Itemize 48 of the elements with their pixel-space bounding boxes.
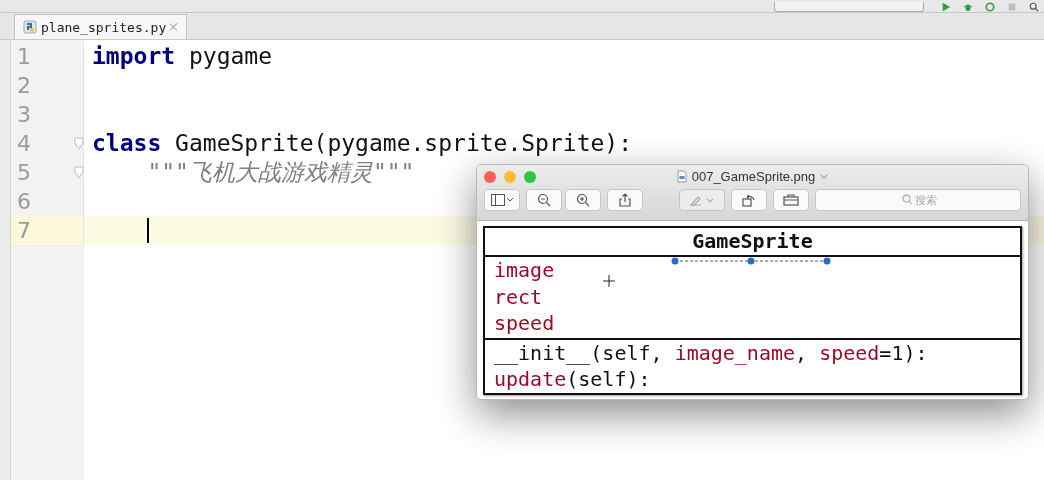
zoom-out-button[interactable] — [526, 189, 562, 211]
search-icon — [902, 194, 913, 205]
window-title: 007_GameSprite.png — [691, 168, 816, 184]
share-button[interactable] — [607, 189, 643, 211]
line-number: 4 — [17, 130, 31, 158]
run-config-dropdown[interactable] — [774, 2, 924, 12]
class-name: GameSprite — [692, 229, 813, 253]
bug-icon[interactable] — [962, 2, 974, 12]
text-cursor — [147, 218, 149, 243]
line-number: 7 — [17, 217, 31, 245]
fold-marker-icon[interactable] — [74, 137, 84, 151]
zoom-out-icon — [537, 193, 551, 207]
toolbox-icon — [783, 194, 799, 206]
attribute-name: image — [494, 257, 555, 284]
attribute-name: rect — [494, 283, 543, 310]
file-tab[interactable]: plane_sprites.py — [14, 14, 188, 39]
toolbox-button[interactable] — [773, 189, 809, 211]
fold-marker-icon[interactable] — [74, 166, 84, 180]
attribute-name: speed — [494, 310, 555, 337]
crosshair-cursor-icon — [603, 275, 615, 287]
code-line: class GameSprite(pygame.sprite.Sprite): — [92, 129, 633, 158]
zoom-in-icon — [576, 193, 590, 207]
rotate-icon — [742, 193, 756, 207]
stop-icon[interactable] — [1006, 2, 1018, 12]
line-number: 1 — [17, 43, 31, 71]
sidebar-icon — [491, 194, 513, 206]
chevron-icon[interactable] — [820, 173, 829, 179]
python-file-icon — [23, 20, 37, 34]
line-number: 6 — [17, 188, 31, 216]
rotate-button[interactable] — [731, 189, 767, 211]
zoom-in-button[interactable] — [565, 189, 601, 211]
method-signature: update(self): — [494, 366, 651, 393]
pen-icon — [690, 194, 714, 206]
search-field[interactable]: 搜索 — [815, 189, 1021, 211]
line-number: 3 — [17, 101, 31, 129]
code-line: import pygame — [92, 42, 273, 71]
share-icon — [619, 193, 631, 207]
image-file-icon — [676, 169, 687, 183]
markup-button[interactable] — [679, 189, 725, 211]
zoom-button[interactable] — [524, 171, 536, 183]
search-icon[interactable] — [1028, 2, 1040, 12]
line-number: 2 — [17, 72, 31, 100]
minimize-button[interactable] — [504, 171, 516, 183]
close-button[interactable] — [484, 171, 496, 183]
line-number: 5 — [17, 159, 31, 187]
method-signature: __init__(self, image_name, speed=1): — [494, 339, 928, 366]
code-line: """飞机大战游戏精灵""" — [146, 158, 415, 187]
sidebar-toggle-button[interactable] — [484, 189, 520, 211]
